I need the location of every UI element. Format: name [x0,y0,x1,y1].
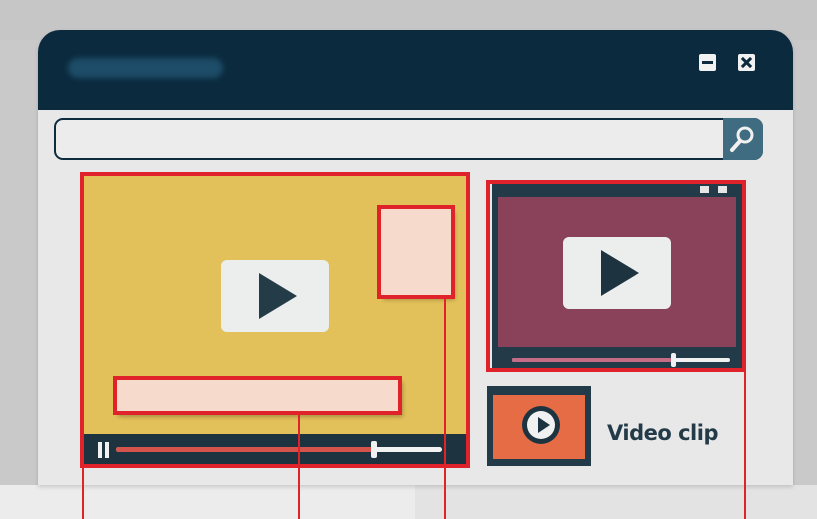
thumbnail-label[interactable]: Video clip [607,421,718,445]
video-thumbnail[interactable] [487,386,591,466]
leader-line-main-video [82,466,84,519]
search-icon [730,126,754,152]
title-bar [38,30,793,110]
highlight-frame-square [377,205,455,299]
search-bar[interactable] [54,118,763,160]
thumbnail-screen [493,395,585,459]
background-bottom-right [415,485,817,519]
leader-line-side-video [744,370,746,519]
play-circle-icon[interactable] [522,406,560,444]
leader-line-square [444,297,446,519]
search-button[interactable] [723,118,763,160]
highlight-frame-side-video [486,180,746,372]
window-title [68,58,223,78]
leader-line-bar [298,413,300,519]
close-icon[interactable] [738,54,755,71]
background-bottom-left [0,485,415,519]
minimize-icon[interactable] [699,54,716,71]
highlight-frame-bar [113,376,402,415]
